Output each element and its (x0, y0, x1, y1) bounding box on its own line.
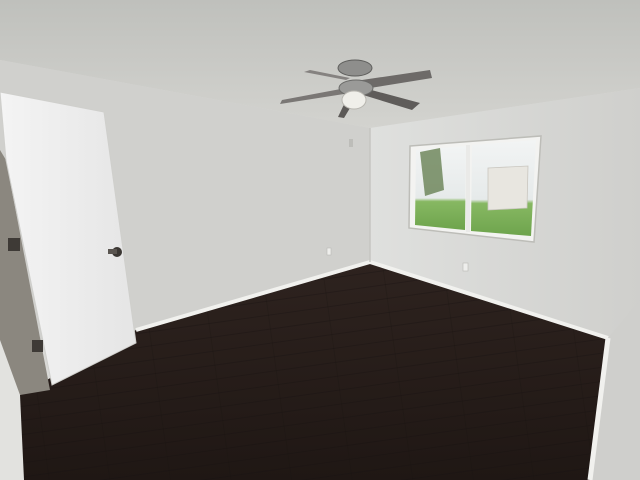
window (408, 135, 542, 243)
fan-canopy (337, 59, 373, 77)
door-knob-stem (108, 249, 117, 254)
door-hinge-bottom (32, 340, 43, 352)
fan-light-globe (341, 90, 367, 110)
room-scene (0, 0, 640, 480)
window-house (487, 165, 529, 211)
wall-outlet-right (462, 262, 469, 272)
door-hinge-top (8, 238, 20, 251)
wall-outlet-left (326, 247, 332, 256)
wall-fixture (349, 139, 353, 147)
